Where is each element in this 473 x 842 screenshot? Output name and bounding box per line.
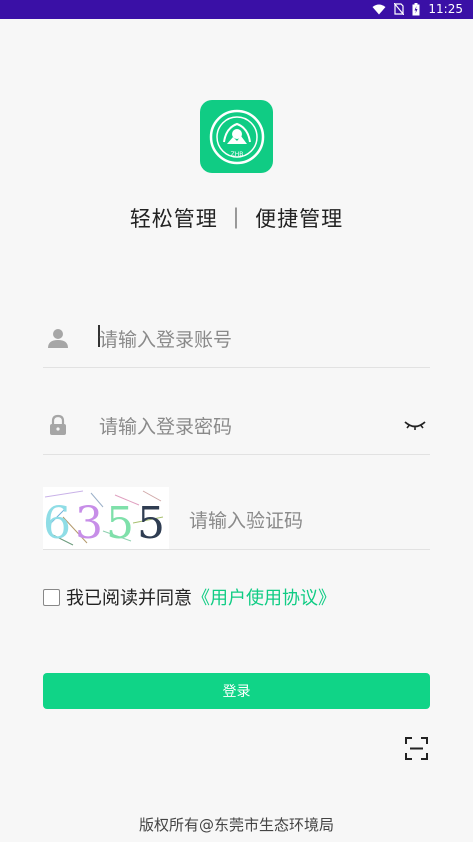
captcha-digit-3: 5 <box>106 498 134 549</box>
password-field[interactable]: 请输入登录密码 <box>43 398 430 455</box>
copyright-footer: 版权所有@东莞市生态环境局 <box>138 816 334 834</box>
agreement-row: 我已阅读并同意 《用户使用协议》 <box>43 584 336 610</box>
lock-icon <box>50 414 66 435</box>
captcha-field[interactable]: 6 3 5 5 请输入验证码 <box>43 487 430 550</box>
emblem-icon: ZHB <box>209 109 264 164</box>
account-field[interactable]: 请输入登录账号 <box>43 311 430 368</box>
captcha-digit-1: 6 <box>43 498 71 549</box>
app-logo: ZHB <box>200 100 273 173</box>
status-bar: 11:25 <box>0 0 473 19</box>
captcha-digit-4: 5 <box>137 498 165 549</box>
eye-closed-icon[interactable] <box>404 418 426 432</box>
agreement-checkbox[interactable] <box>43 588 60 606</box>
app-slogan: 轻松管理 ｜ 便捷管理 <box>129 207 344 231</box>
battery-icon <box>412 2 420 15</box>
account-input[interactable]: 请输入登录账号 <box>99 325 232 352</box>
user-agreement-link[interactable]: 《用户使用协议》 <box>192 584 336 610</box>
login-button[interactable]: 登录 <box>43 673 430 709</box>
no-sim-icon <box>394 3 405 15</box>
captcha-input[interactable]: 请输入验证码 <box>189 506 303 533</box>
password-input[interactable]: 请输入登录密码 <box>99 412 232 439</box>
captcha-digit-2: 3 <box>75 498 103 549</box>
user-icon <box>48 329 68 348</box>
status-time: 11:25 <box>428 2 463 16</box>
logo-text: ZHB <box>230 151 243 158</box>
agreement-text: 我已阅读并同意 <box>66 588 192 609</box>
wifi-icon <box>372 4 386 14</box>
scan-icon[interactable] <box>405 737 428 760</box>
captcha-image[interactable]: 6 3 5 5 <box>43 487 169 549</box>
